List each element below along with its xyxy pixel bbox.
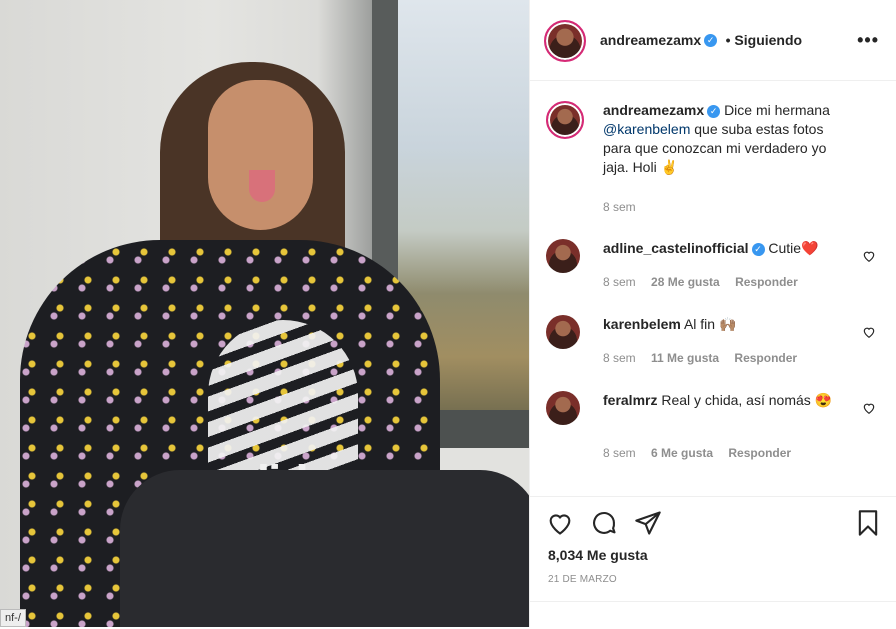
comment-likes[interactable]: 6 Me gusta [651, 446, 713, 460]
comment-username[interactable]: adline_castelinofficial [603, 240, 749, 256]
author-avatar[interactable] [544, 20, 586, 62]
trefoil-logo [208, 320, 358, 470]
comment-item: adline_castelinofficial ✓ Cutie❤️ 8 sem 2… [546, 239, 876, 299]
add-comment-bar[interactable] [530, 601, 896, 629]
heart-icon[interactable] [862, 249, 876, 263]
comment-text: Real y chida, así nomás 😍 [661, 392, 833, 408]
comment-avatar[interactable] [546, 315, 580, 349]
post-photo[interactable]: adidas nf-/ [0, 0, 529, 627]
reply-button[interactable]: Responder [728, 446, 791, 460]
comment-avatar[interactable] [546, 239, 580, 273]
comment-likes[interactable]: 11 Me gusta [651, 351, 719, 365]
heart-icon[interactable] [862, 325, 876, 339]
caption-time: 8 sem [603, 200, 636, 214]
comments-list: andreamezamx ✓ Dice mi hermana @karenbele… [530, 81, 896, 496]
reply-button[interactable]: Responder [734, 351, 797, 365]
comment-body: feralmrz Real y chida, así nomás 😍 [603, 391, 833, 410]
heart-icon[interactable] [546, 509, 574, 537]
comment-meta: 8 sem 28 Me gusta Responder [603, 275, 810, 289]
comment-text: Al fin 🙌🏽 [683, 316, 737, 332]
photo-face [208, 80, 313, 230]
comment-time: 8 sem [603, 275, 636, 289]
comment-time: 8 sem [603, 351, 636, 365]
following-status[interactable]: • Siguiendo [726, 32, 802, 48]
caption: andreamezamx ✓ Dice mi hermana @karenbele… [546, 101, 876, 221]
verified-icon: ✓ [704, 34, 718, 48]
verified-icon: ✓ [707, 104, 721, 118]
author-username[interactable]: andreamezamx [600, 32, 701, 48]
comment-meta: 8 sem 11 Me gusta Responder [603, 351, 809, 365]
photo-legs [120, 470, 529, 627]
likes-count[interactable]: 8,034 Me gusta [548, 547, 648, 563]
more-icon[interactable]: ••• [857, 30, 879, 51]
post-actions: 8,034 Me gusta 21 DE MARZO [530, 496, 896, 628]
heart-icon[interactable] [862, 401, 876, 415]
comment-item: feralmrz Real y chida, así nomás 😍 8 sem… [546, 391, 876, 471]
post-header: andreamezamx ✓ • Siguiendo ••• [530, 0, 896, 81]
comment-icon[interactable] [590, 509, 618, 537]
comment-meta: 8 sem 6 Me gusta Responder [603, 446, 803, 460]
comment-text: Cutie❤️ [768, 240, 819, 256]
share-icon[interactable] [634, 509, 662, 537]
comment-time: 8 sem [603, 446, 636, 460]
caption-body: andreamezamx ✓ Dice mi hermana @karenbele… [603, 101, 848, 177]
verified-icon: ✓ [751, 242, 765, 256]
status-url: nf-/ [0, 609, 26, 627]
photo-tongue [249, 170, 275, 202]
post-sidebar: andreamezamx ✓ • Siguiendo ••• andreameza… [529, 0, 896, 627]
caption-mention[interactable]: @karenbelem [603, 121, 690, 137]
comment-username[interactable]: feralmrz [603, 392, 657, 408]
caption-text-before: Dice mi hermana [724, 102, 830, 118]
comment-avatar[interactable] [546, 391, 580, 425]
comment-item: karenbelem Al fin 🙌🏽 8 sem 11 Me gusta R… [546, 315, 876, 375]
comment-body: karenbelem Al fin 🙌🏽 [603, 315, 848, 334]
reply-button[interactable]: Responder [735, 275, 798, 289]
caption-avatar[interactable] [546, 101, 584, 139]
post-date: 21 DE MARZO [548, 574, 617, 585]
bookmark-icon[interactable] [854, 509, 882, 537]
caption-username[interactable]: andreamezamx [603, 102, 704, 118]
comment-username[interactable]: karenbelem [603, 316, 681, 332]
comment-likes[interactable]: 28 Me gusta [651, 275, 720, 289]
comment-body: adline_castelinofficial ✓ Cutie❤️ [603, 239, 848, 258]
